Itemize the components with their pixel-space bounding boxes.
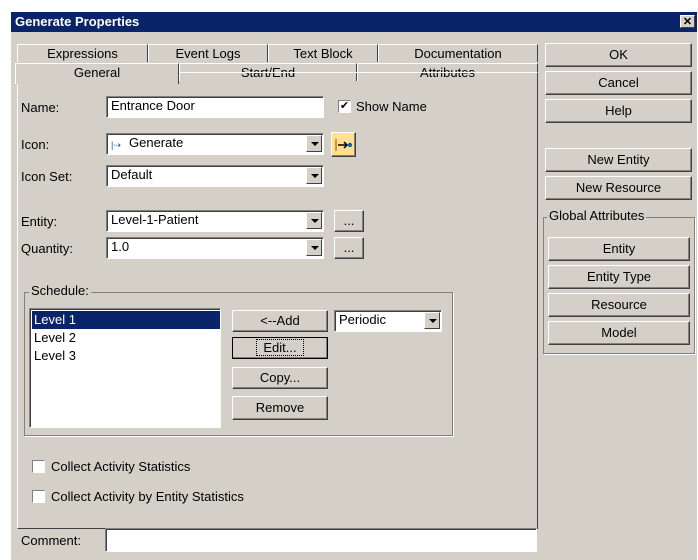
schedule-list-item[interactable]: Level 2 bbox=[32, 329, 220, 347]
global-attributes-label: Global Attributes bbox=[547, 208, 647, 223]
window-title: Generate Properties bbox=[15, 14, 140, 29]
tab-event-logs[interactable]: Event Logs bbox=[148, 44, 268, 62]
icon-dropdown[interactable]: |⇢ Generate bbox=[106, 133, 324, 155]
chevron-down-icon[interactable] bbox=[306, 167, 322, 184]
schedule-list-item[interactable]: Level 1 bbox=[32, 311, 220, 329]
global-entity-type-button[interactable]: Entity Type bbox=[548, 265, 690, 289]
global-entity-button[interactable]: Entity bbox=[548, 237, 690, 261]
collect-activity-checkbox[interactable] bbox=[32, 460, 45, 473]
collect-entity-checkbox[interactable] bbox=[32, 490, 45, 503]
tab-documentation-label: Documentation bbox=[414, 46, 502, 61]
icon-preview-button[interactable] bbox=[331, 132, 356, 157]
generate-arrow-icon bbox=[335, 139, 353, 151]
generate-icon: |⇢ bbox=[111, 140, 121, 150]
tab-general[interactable]: General bbox=[15, 63, 179, 84]
quantity-value: 1.0 bbox=[111, 239, 130, 254]
schedule-type-dropdown[interactable]: Periodic bbox=[334, 310, 442, 332]
show-name-label: Show Name bbox=[356, 99, 427, 114]
cancel-button[interactable]: Cancel bbox=[545, 71, 692, 95]
add-schedule-button[interactable]: <--Add bbox=[232, 310, 328, 332]
edit-schedule-button[interactable]: Edit... bbox=[232, 337, 328, 359]
icon-set-label: Icon Set: bbox=[21, 169, 73, 184]
remove-schedule-button[interactable]: Remove bbox=[232, 396, 328, 420]
entity-browse-button[interactable]: ... bbox=[334, 210, 364, 232]
entity-value: Level-1-Patient bbox=[111, 212, 199, 227]
help-button[interactable]: Help bbox=[545, 99, 692, 123]
copy-schedule-button[interactable]: Copy... bbox=[232, 367, 328, 389]
quantity-label: Quantity: bbox=[21, 241, 74, 256]
icon-label: Icon: bbox=[21, 137, 50, 152]
global-resource-button[interactable]: Resource bbox=[548, 293, 690, 317]
name-input[interactable]: Entrance Door bbox=[106, 96, 324, 118]
icon-set-dropdown[interactable]: Default bbox=[106, 165, 324, 187]
collect-entity-label: Collect Activity by Entity Statistics bbox=[51, 489, 244, 504]
chevron-down-icon[interactable] bbox=[424, 312, 440, 329]
generate-properties-dialog: Generate Properties ✕ Expressions Event … bbox=[11, 12, 697, 560]
tab-general-label: General bbox=[73, 65, 121, 80]
comment-input[interactable] bbox=[105, 528, 537, 552]
chevron-down-icon[interactable] bbox=[306, 239, 322, 256]
global-model-button[interactable]: Model bbox=[548, 321, 690, 345]
name-label: Name: bbox=[21, 100, 60, 115]
icon-dropdown-value: Generate bbox=[129, 135, 184, 150]
icon-set-value: Default bbox=[111, 167, 153, 182]
tab-text-block[interactable]: Text Block bbox=[268, 44, 378, 62]
close-button[interactable]: ✕ bbox=[680, 15, 695, 28]
chevron-down-icon[interactable] bbox=[306, 135, 322, 152]
close-icon: ✕ bbox=[682, 16, 693, 28]
title-bar[interactable]: Generate Properties ✕ bbox=[11, 12, 697, 32]
entity-label: Entity: bbox=[21, 214, 58, 229]
new-resource-button[interactable]: New Resource bbox=[545, 176, 692, 200]
new-entity-button[interactable]: New Entity bbox=[545, 148, 692, 172]
schedule-label: Schedule: bbox=[29, 283, 91, 298]
quantity-dropdown[interactable]: 1.0 bbox=[106, 237, 324, 259]
comment-label: Comment: bbox=[21, 533, 81, 548]
schedule-list[interactable]: Level 1 Level 2 Level 3 bbox=[29, 308, 221, 428]
edit-schedule-label: Edit... bbox=[256, 339, 304, 356]
quantity-browse-button[interactable]: ... bbox=[334, 237, 364, 259]
tab-event-logs-label: Event Logs bbox=[175, 46, 241, 61]
entity-dropdown[interactable]: Level-1-Patient bbox=[106, 210, 324, 232]
tab-expressions[interactable]: Expressions bbox=[17, 44, 148, 62]
show-name-checkbox[interactable]: ✔ bbox=[338, 100, 351, 113]
tab-documentation[interactable]: Documentation bbox=[378, 44, 538, 62]
collect-activity-label: Collect Activity Statistics bbox=[51, 459, 191, 474]
tab-expressions-label: Expressions bbox=[47, 46, 118, 61]
schedule-type-value: Periodic bbox=[339, 312, 386, 327]
tab-text-block-label: Text Block bbox=[293, 46, 353, 61]
ok-button[interactable]: OK bbox=[545, 43, 692, 67]
schedule-list-item[interactable]: Level 3 bbox=[32, 347, 220, 365]
chevron-down-icon[interactable] bbox=[306, 212, 322, 229]
